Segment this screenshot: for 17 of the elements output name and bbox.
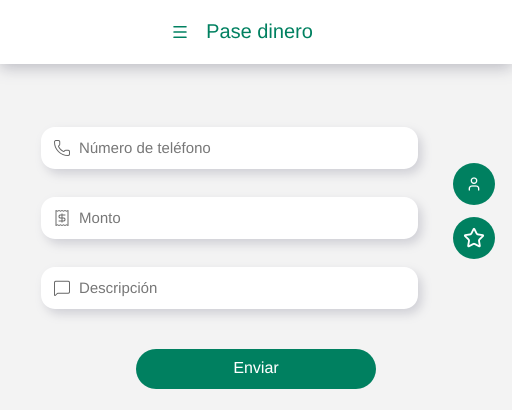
send-button[interactable]: Enviar	[136, 349, 376, 389]
contact-button[interactable]	[453, 163, 495, 205]
input-field[interactable]: Número de teléfono	[41, 127, 418, 169]
menu-button[interactable]	[171, 23, 190, 41]
star-icon	[463, 227, 485, 249]
speech-bubble-icon	[53, 279, 71, 297]
phone-icon	[53, 139, 71, 157]
input-text[interactable]: Descripción	[77, 278, 406, 298]
input-field[interactable]: Monto	[41, 197, 418, 239]
input-field[interactable]: Descripción	[41, 267, 418, 309]
person-icon	[466, 176, 482, 192]
receipt-icon	[53, 209, 71, 227]
input-text[interactable]: Monto	[77, 208, 406, 228]
input-text[interactable]: Número de teléfono	[77, 138, 406, 158]
page-title: Pase dinero	[206, 20, 313, 44]
favorite-button[interactable]	[453, 217, 495, 259]
menu-icon	[171, 23, 190, 41]
